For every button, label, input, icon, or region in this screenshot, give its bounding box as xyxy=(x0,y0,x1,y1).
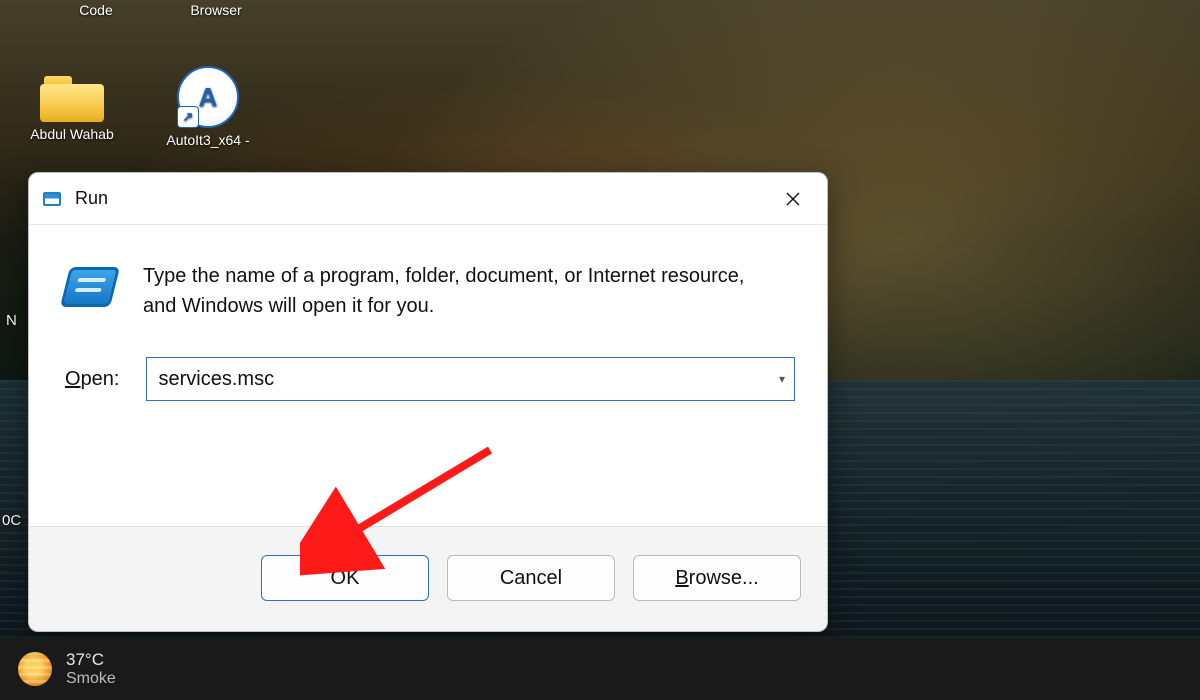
desktop-icon-label: Code xyxy=(79,2,112,18)
weather-temperature: 37°C xyxy=(66,650,116,670)
folder-icon xyxy=(40,76,104,122)
weather-icon xyxy=(18,652,52,686)
edge-fragment: 0C xyxy=(2,512,21,529)
close-icon xyxy=(785,191,801,207)
open-label: Open: xyxy=(65,368,120,391)
ok-button[interactable]: OK xyxy=(261,555,429,601)
close-button[interactable] xyxy=(773,179,813,219)
dialog-body: Type the name of a program, folder, docu… xyxy=(29,225,827,331)
run-dialog: Run Type the name of a program, folder, … xyxy=(28,172,828,632)
open-input[interactable] xyxy=(146,357,796,401)
open-row: Open: ▾ xyxy=(29,331,827,401)
autoit-icon: A ↗ xyxy=(177,66,239,128)
shortcut-overlay-icon: ↗ xyxy=(177,106,199,128)
desktop-icon-browser[interactable]: Browser xyxy=(156,0,276,18)
weather-widget[interactable]: 37°C Smoke xyxy=(66,650,116,688)
dialog-button-row: OK Cancel Browse... xyxy=(29,526,827,631)
taskbar[interactable]: 37°C Smoke xyxy=(0,638,1200,700)
weather-condition: Smoke xyxy=(66,670,116,688)
desktop-icon-label: Abdul Wahab xyxy=(30,126,114,142)
run-icon xyxy=(60,267,120,307)
titlebar[interactable]: Run xyxy=(29,173,827,225)
window-title: Run xyxy=(75,188,108,209)
desktop-icon-label: AutoIt3_x64 - xyxy=(166,132,249,148)
desktop-icon-folder-abdul[interactable]: Abdul Wahab xyxy=(12,76,132,142)
edge-fragment: N xyxy=(6,312,17,329)
open-combobox[interactable]: ▾ xyxy=(146,357,796,401)
desktop-icon-code[interactable]: Code xyxy=(36,0,156,18)
desktop: Code Browser Abdul Wahab A ↗ AutoIt3_x64… xyxy=(0,0,1200,700)
desktop-icon-label: Browser xyxy=(190,2,241,18)
run-title-icon xyxy=(43,192,61,206)
desktop-icon-autoit[interactable]: A ↗ AutoIt3_x64 - xyxy=(148,66,268,148)
browse-button[interactable]: Browse... xyxy=(633,555,801,601)
cancel-button[interactable]: Cancel xyxy=(447,555,615,601)
dialog-description: Type the name of a program, folder, docu… xyxy=(143,261,783,321)
